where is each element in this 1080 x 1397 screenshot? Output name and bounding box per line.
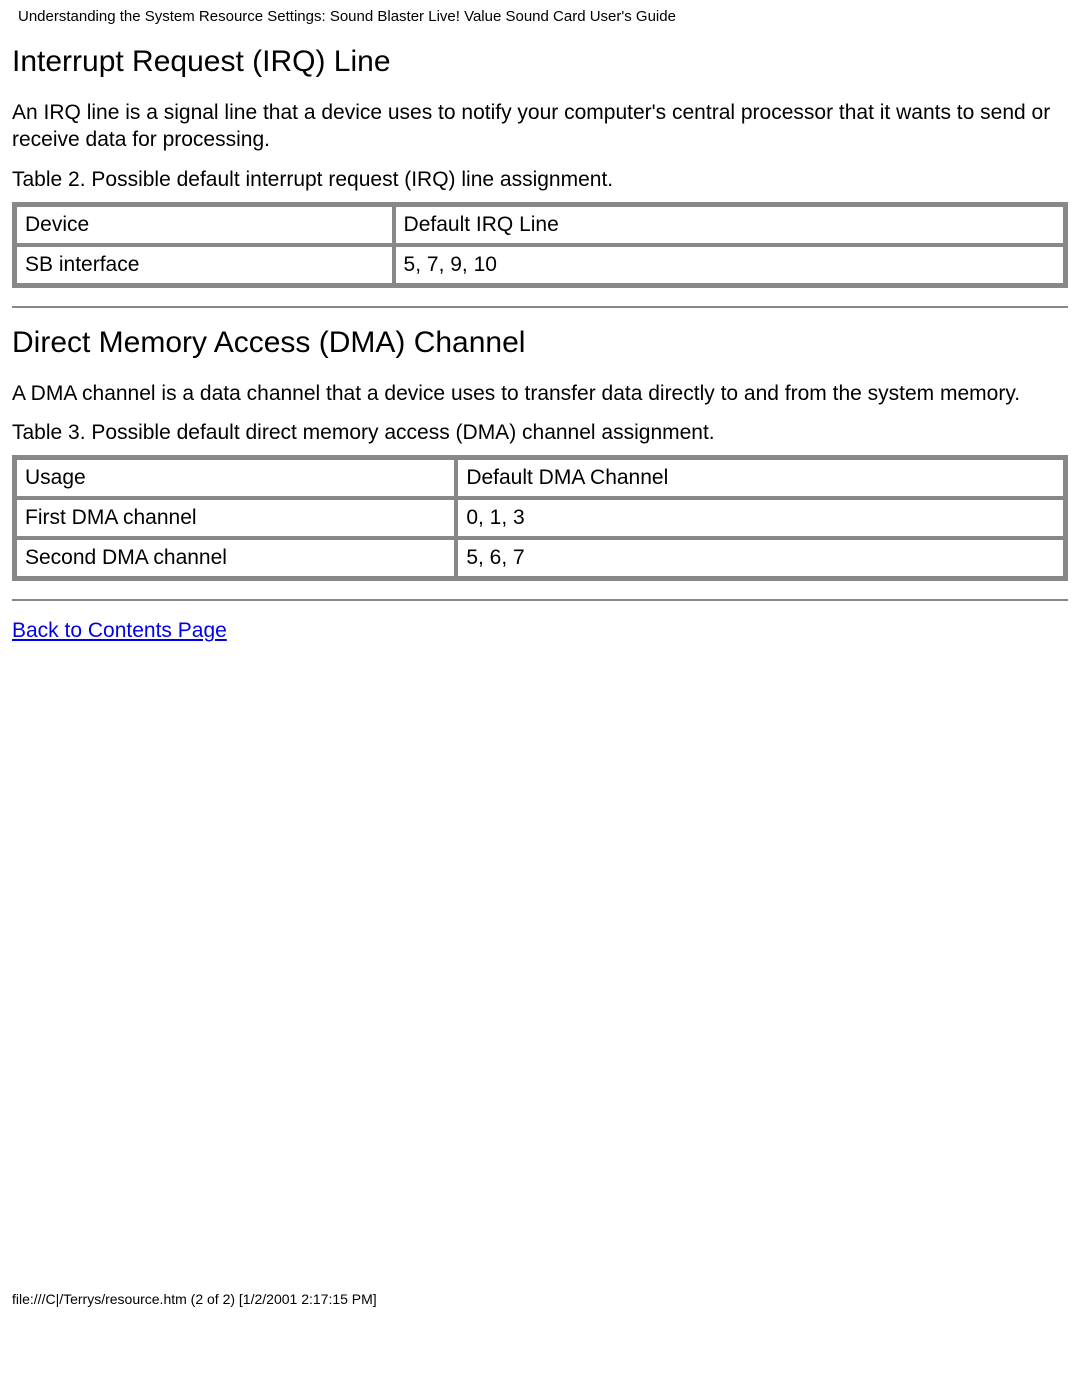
- dma-col1-header: Usage: [16, 459, 455, 497]
- section-divider: [12, 599, 1068, 601]
- dma-row1-col2: 0, 1, 3: [457, 499, 1064, 537]
- dma-row2-col2: 5, 6, 7: [457, 539, 1064, 577]
- back-to-contents-link[interactable]: Back to Contents Page: [12, 619, 227, 642]
- page-footer: file:///C|/Terrys/resource.htm (2 of 2) …: [0, 1291, 1080, 1317]
- irq-col2-header: Default IRQ Line: [395, 206, 1064, 244]
- irq-paragraph: An IRQ line is a signal line that a devi…: [12, 99, 1068, 154]
- blank-space: [12, 643, 1068, 1283]
- irq-table: Device Default IRQ Line SB interface 5, …: [12, 202, 1068, 288]
- document-header: Understanding the System Resource Settin…: [0, 0, 1080, 31]
- dma-row2-col1: Second DMA channel: [16, 539, 455, 577]
- irq-row1-col1: SB interface: [16, 246, 393, 284]
- irq-table-caption: Table 2. Possible default interrupt requ…: [12, 168, 1068, 192]
- section-divider: [12, 306, 1068, 308]
- table-row: SB interface 5, 7, 9, 10: [16, 246, 1064, 284]
- page-content: Interrupt Request (IRQ) Line An IRQ line…: [0, 45, 1080, 1291]
- dma-table: Usage Default DMA Channel First DMA chan…: [12, 455, 1068, 581]
- table-row: Device Default IRQ Line: [16, 206, 1064, 244]
- dma-row1-col1: First DMA channel: [16, 499, 455, 537]
- irq-row1-col2: 5, 7, 9, 10: [395, 246, 1064, 284]
- table-row: Usage Default DMA Channel: [16, 459, 1064, 497]
- irq-col1-header: Device: [16, 206, 393, 244]
- irq-heading: Interrupt Request (IRQ) Line: [12, 45, 1068, 79]
- table-row: First DMA channel 0, 1, 3: [16, 499, 1064, 537]
- dma-col2-header: Default DMA Channel: [457, 459, 1064, 497]
- dma-paragraph: A DMA channel is a data channel that a d…: [12, 380, 1068, 407]
- table-row: Second DMA channel 5, 6, 7: [16, 539, 1064, 577]
- dma-table-caption: Table 3. Possible default direct memory …: [12, 421, 1068, 445]
- dma-heading: Direct Memory Access (DMA) Channel: [12, 326, 1068, 360]
